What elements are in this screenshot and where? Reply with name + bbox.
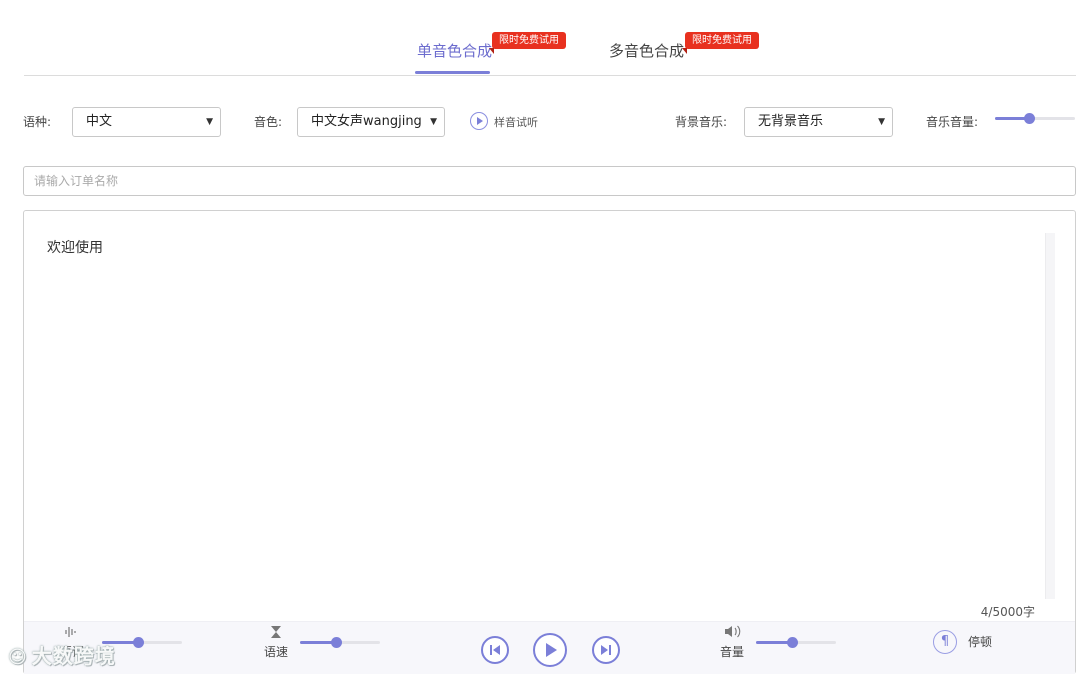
speaker-icon [724, 625, 742, 641]
synthesis-toolbar: 语调 语速 音量 ¶ 停顿 [24, 621, 1075, 674]
tab-single-voice-label: 单音色合成 [417, 42, 493, 60]
watermark: ☺ 大数跨境 [8, 640, 116, 669]
pilcrow-icon[interactable]: ¶ [933, 630, 957, 654]
slider-knob[interactable] [133, 637, 144, 648]
bg-music-select[interactable]: 无背景音乐 ▼ [744, 107, 893, 137]
voice-label: 音色: [254, 115, 283, 129]
free-trial-badge: 限时免费试用 [489, 32, 566, 54]
bg-music-value: 无背景音乐 [758, 114, 824, 129]
language-select[interactable]: 中文 ▼ [72, 107, 221, 137]
editor-scrollbar[interactable] [1045, 233, 1055, 599]
editor-content[interactable]: 欢迎使用 [47, 237, 103, 257]
next-button[interactable] [592, 636, 620, 664]
tab-single-voice[interactable]: 单音色合成 [415, 40, 493, 74]
char-counter: 4/5000字 [980, 605, 1035, 619]
slider-knob[interactable] [787, 637, 798, 648]
language-label: 语种: [23, 115, 52, 129]
waveform-icon [64, 626, 78, 641]
sample-play-icon[interactable] [470, 112, 488, 130]
music-volume-label: 音乐音量: [926, 115, 979, 129]
play-button[interactable] [533, 633, 567, 667]
free-trial-badge: 限时免费试用 [682, 32, 759, 54]
watermark-text: 大数跨境 [31, 644, 116, 668]
volume-label: 音量 [720, 645, 745, 659]
chevron-down-icon: ▼ [878, 117, 885, 127]
sample-listen-link[interactable]: 样音试听 [494, 114, 538, 130]
speed-slider[interactable] [300, 636, 380, 648]
pause-insert-button[interactable]: 停顿 [968, 633, 992, 650]
slider-knob[interactable] [331, 637, 342, 648]
voice-select[interactable]: 中文女声wangjing ▼ [297, 107, 445, 137]
active-tab-indicator [415, 71, 490, 74]
tab-multi-voice[interactable]: 多音色合成 [609, 40, 684, 61]
slider-knob[interactable] [1024, 113, 1035, 124]
text-editor[interactable]: 欢迎使用 4/5000字 语调 语速 音量 ¶ 停顿 [23, 210, 1076, 674]
watermark-logo-icon: ☺ [8, 647, 28, 668]
hourglass-icon [270, 625, 282, 642]
previous-button[interactable] [481, 636, 509, 664]
chevron-down-icon: ▼ [430, 117, 437, 127]
mode-tabs: 单音色合成 限时免费试用 多音色合成 限时免费试用 [24, 0, 1076, 76]
volume-slider[interactable] [756, 636, 836, 648]
language-value: 中文 [86, 114, 113, 129]
order-name-input[interactable] [23, 166, 1076, 196]
music-volume-slider[interactable] [995, 112, 1075, 124]
chevron-down-icon: ▼ [206, 117, 213, 127]
bg-music-label: 背景音乐: [675, 115, 728, 129]
speed-label: 语速 [264, 645, 289, 659]
tab-multi-voice-label: 多音色合成 [609, 42, 685, 60]
voice-value: 中文女声wangjing [311, 114, 422, 129]
